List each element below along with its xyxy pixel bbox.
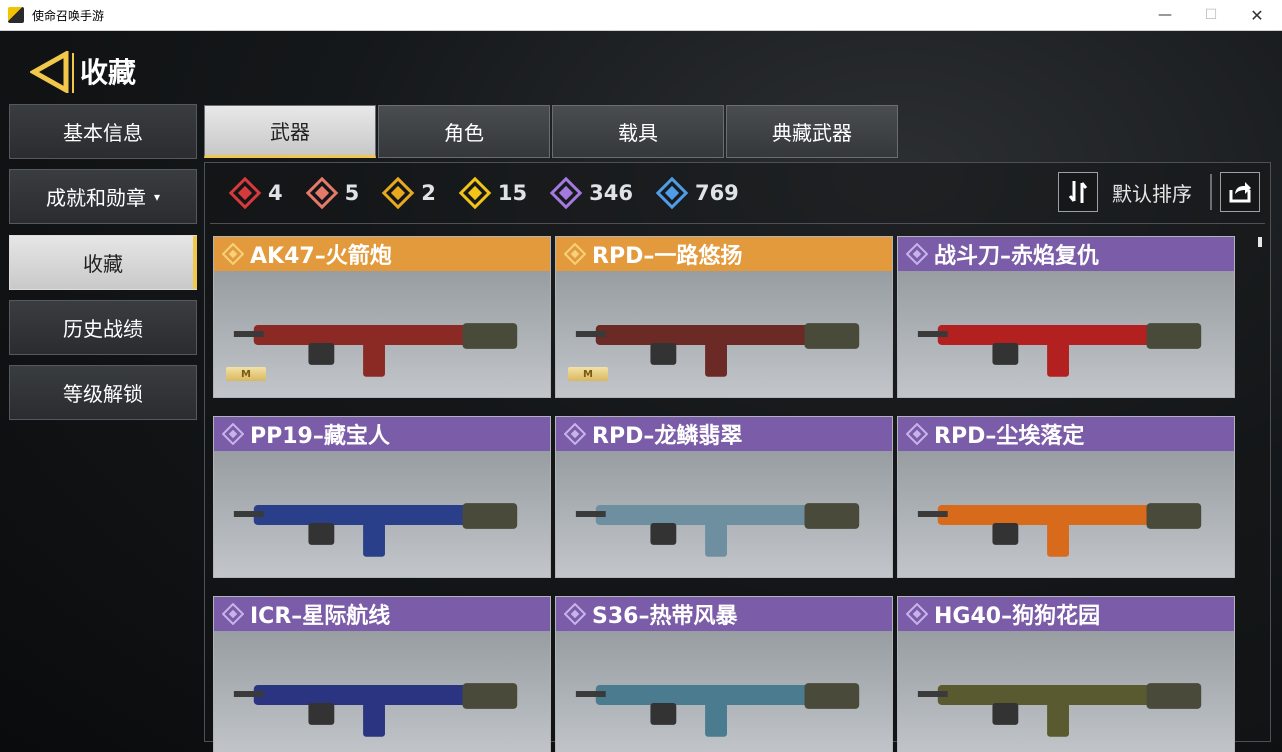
rarity-count: 2: [381, 176, 436, 210]
divider: [210, 223, 1265, 224]
sort-icon[interactable]: [1058, 172, 1098, 212]
weapon-card-header: RPD–一路悠扬: [556, 237, 892, 271]
rarity-icon: [906, 603, 928, 625]
legendary-rank-icon: [381, 176, 415, 210]
mastery-badge: M: [226, 367, 266, 381]
tab-vehicles[interactable]: 载具: [552, 105, 724, 158]
rarity-count: 15: [458, 176, 527, 210]
rarity-count: 5: [305, 176, 359, 210]
chevron-down-icon: ▾: [153, 189, 161, 204]
close-button[interactable]: ✕: [1234, 0, 1280, 30]
rarity-count: 346: [549, 176, 633, 210]
sidebar-item-label: 历史战绩: [63, 317, 143, 341]
weapon-card-header: PP19–藏宝人: [214, 417, 550, 451]
weapon-name: AK47–火箭炮: [250, 244, 392, 269]
sidebar-item-label: 收藏: [83, 252, 123, 276]
weapon-card-header: RPD–龙鳞翡翠: [556, 417, 892, 451]
weapon-name: 战斗刀–赤焰复仇: [934, 244, 1100, 269]
app-icon: [8, 7, 24, 23]
weapon-card-header: S36–热带风暴: [556, 597, 892, 631]
rarity-count: 4: [228, 176, 283, 210]
rarity-icon: [564, 603, 586, 625]
weapon-image: [917, 683, 1202, 737]
weapon-name: HG40–狗狗花园: [934, 604, 1101, 629]
mastery-badge: M: [568, 367, 608, 381]
weapon-name: PP19–藏宝人: [250, 424, 390, 449]
weapon-card-header: HG40–狗狗花园: [898, 597, 1234, 631]
back-arrow-icon[interactable]: [30, 51, 70, 93]
rarity-icon: [564, 243, 586, 265]
rarity-icon: [222, 243, 244, 265]
weapon-card[interactable]: ICR–星际航线: [213, 596, 551, 752]
weapon-card-header: ICR–星际航线: [214, 597, 550, 631]
weapon-name: RPD–龙鳞翡翠: [592, 424, 743, 449]
sort-label[interactable]: 默认排序: [1112, 178, 1192, 207]
tab-legendary-weapons[interactable]: 典藏武器: [726, 105, 898, 158]
divider: [1210, 174, 1212, 210]
epic-purple-rank-icon: [549, 176, 583, 210]
sidebar-item-level-unlock[interactable]: 等级解锁: [9, 365, 197, 420]
maximize-button[interactable]: ☐: [1188, 0, 1234, 30]
rarity-icon: [906, 243, 928, 265]
weapon-card[interactable]: HG40–狗狗花园: [897, 596, 1235, 752]
weapon-name: S36–热带风暴: [592, 604, 738, 629]
epic-gold-rank-icon: [458, 176, 492, 210]
weapon-image: [917, 323, 1202, 377]
weapon-card[interactable]: RPD–一路悠扬 M: [555, 236, 893, 398]
rarity-icon: [564, 423, 586, 445]
weapon-image: [233, 683, 518, 737]
game-screen: 收藏 基本信息 成就和勋章 ▾ 收藏 历史战绩 等级解锁 武器 角色 载具 典藏…: [0, 31, 1282, 752]
rare-blue-rank-icon: [655, 176, 689, 210]
scrollbar-thumb[interactable]: [1258, 237, 1262, 247]
tab-weapons[interactable]: 武器: [204, 105, 376, 158]
sidebar-item-label: 等级解锁: [63, 382, 143, 406]
weapon-card[interactable]: RPD–龙鳞翡翠: [555, 416, 893, 578]
weapon-card-header: AK47–火箭炮: [214, 237, 550, 271]
weapon-card-header: RPD–尘埃落定: [898, 417, 1234, 451]
window-title: 使命召唤手游: [32, 9, 105, 23]
weapon-card[interactable]: 战斗刀–赤焰复仇: [897, 236, 1235, 398]
rarity-icon: [222, 603, 244, 625]
rarity-icon: [906, 423, 928, 445]
sidebar-item-achievements[interactable]: 成就和勋章 ▾: [9, 169, 197, 224]
weapon-card[interactable]: S36–热带风暴: [555, 596, 893, 752]
share-icon[interactable]: [1220, 172, 1260, 212]
rarity-icon: [222, 423, 244, 445]
sidebar-item-history[interactable]: 历史战绩: [9, 300, 197, 355]
weapon-name: ICR–星际航线: [250, 604, 391, 629]
sidebar-item-label: 基本信息: [63, 121, 143, 145]
weapon-card[interactable]: PP19–藏宝人: [213, 416, 551, 578]
mythic-rank-icon: [228, 176, 262, 210]
weapon-image: [917, 503, 1202, 557]
rarity-counts: 4 5 2 15 346 769: [228, 171, 761, 215]
weapon-name: RPD–一路悠扬: [592, 244, 743, 269]
weapon-card[interactable]: RPD–尘埃落定: [897, 416, 1235, 578]
tab-characters[interactable]: 角色: [378, 105, 550, 158]
weapon-image: [575, 503, 860, 557]
rarity-count: 769: [655, 176, 739, 210]
weapon-card-header: 战斗刀–赤焰复仇: [898, 237, 1234, 271]
sidebar-item-label: 成就和勋章: [45, 186, 146, 210]
minimize-button[interactable]: —: [1142, 0, 1188, 30]
weapon-name: RPD–尘埃落定: [934, 424, 1085, 449]
page-title: 收藏: [72, 53, 142, 93]
sidebar-item-basic-info[interactable]: 基本信息: [9, 104, 197, 159]
legendary-red-rank-icon: [305, 176, 338, 210]
weapon-card[interactable]: AK47–火箭炮 M: [213, 236, 551, 398]
window-titlebar: 使命召唤手游 — ☐ ✕: [0, 0, 1282, 31]
weapon-image: [233, 503, 518, 557]
sidebar-item-collection[interactable]: 收藏: [9, 235, 197, 290]
weapon-image: [575, 683, 860, 737]
